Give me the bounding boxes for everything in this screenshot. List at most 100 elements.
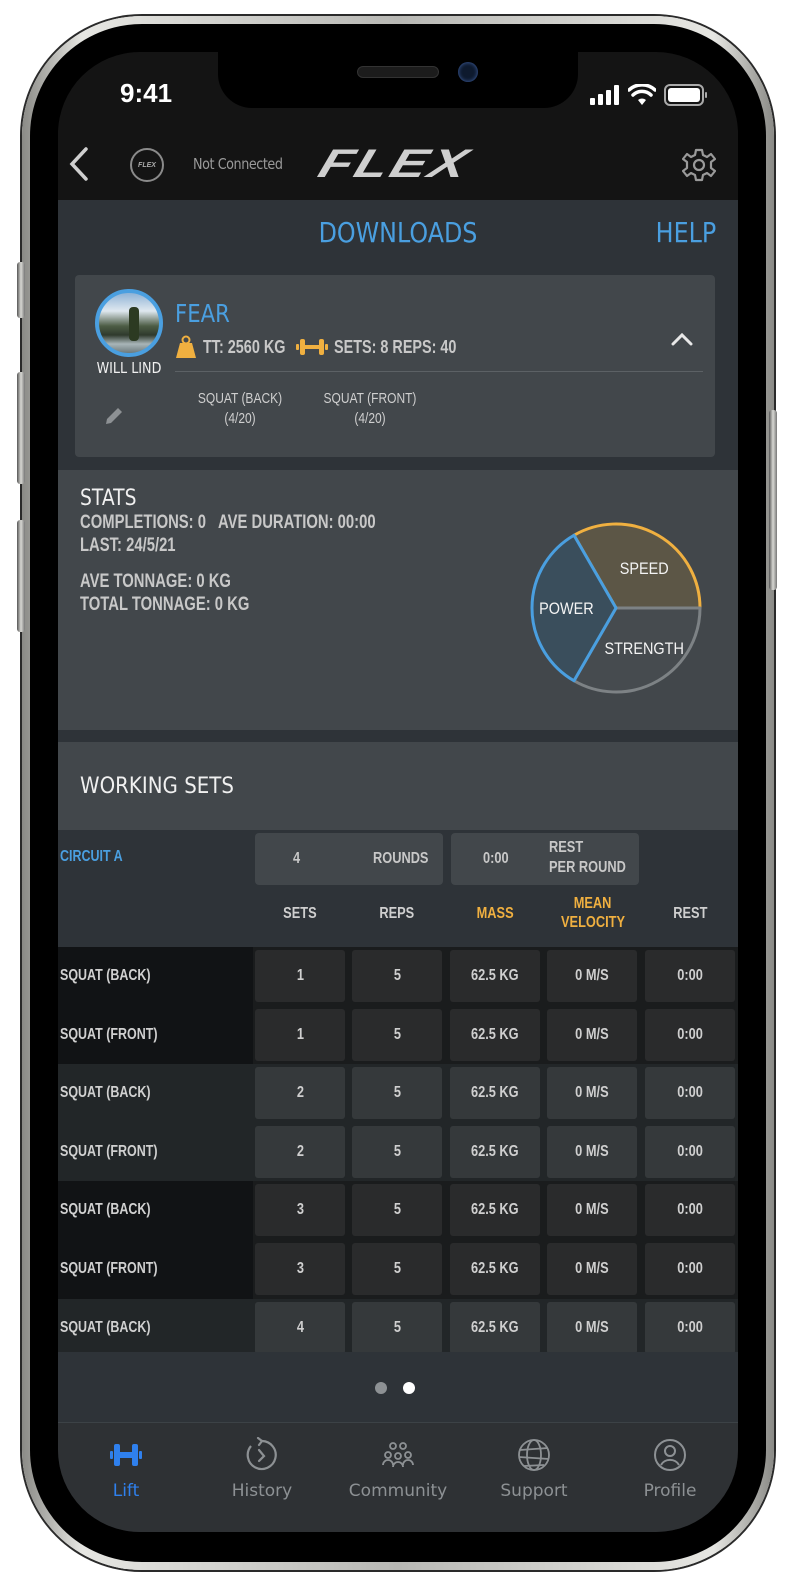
reps-cell[interactable]: 5 [352, 1242, 442, 1295]
sets-cell[interactable]: 4 [255, 1301, 345, 1354]
exercise-name: SQUAT (BACK) [60, 1318, 151, 1336]
velocity-cell[interactable]: 0 M/S [547, 1008, 637, 1061]
sets-value: 1 [296, 967, 304, 984]
table-row: SQUAT (BACK) 4 5 62.5 KG 0 M/S 0:00 [58, 1298, 738, 1358]
mute-switch [17, 262, 25, 318]
pie-label-strength: STRENGTH [604, 640, 683, 658]
mass-cell[interactable]: 62.5 KG [450, 1242, 540, 1295]
rest-cell[interactable]: 0:00 [645, 950, 735, 1002]
rest-value: 0:00 [677, 1084, 703, 1102]
history-icon [246, 1437, 277, 1471]
rounds-field[interactable]: 4 ROUNDS [255, 833, 443, 885]
sets-value: 2 [296, 1084, 304, 1102]
section-separator [58, 730, 738, 742]
rounds-value: 4 [293, 850, 301, 867]
sets-cell[interactable]: 1 [255, 950, 345, 1002]
downloads-bar: DOWNLOADS HELP [58, 200, 738, 272]
rest-per-round-field[interactable]: 0:00 REST PER ROUND [451, 833, 639, 885]
sets-cell[interactable]: 1 [255, 1008, 345, 1061]
working-sets-header: WORKING SETS [58, 742, 738, 830]
mass-cell[interactable]: 62.5 KG [450, 1125, 540, 1178]
camera [458, 62, 478, 82]
reps-cell[interactable]: 5 [352, 1008, 442, 1061]
circuit-label: CIRCUIT A [60, 848, 123, 865]
battery-icon [664, 84, 707, 106]
velocity-cell[interactable]: 0 M/S [547, 1301, 637, 1354]
velocity-cell[interactable]: 0 M/S [547, 1067, 637, 1120]
workout-card[interactable]: WILL LIND FEAR TT: 2560 KG SETS: 8 REPS:… [75, 275, 715, 457]
rest-cell[interactable]: 0:00 [645, 1008, 735, 1061]
velocity-cell[interactable]: 0 M/S [547, 950, 637, 1002]
page-dot-1[interactable] [375, 1382, 387, 1394]
rest-cell[interactable]: 0:00 [645, 1125, 735, 1178]
exercise-name: SQUAT (BACK) [60, 1084, 151, 1102]
reps-cell[interactable]: 5 [352, 950, 442, 1002]
connection-status: Not Connected [193, 155, 283, 173]
rest-cell[interactable]: 0:00 [645, 1301, 735, 1354]
velocity-cell[interactable]: 0 M/S [547, 1184, 637, 1237]
mass-cell[interactable]: 62.5 KG [450, 1301, 540, 1354]
device-logo[interactable]: FLEX [130, 148, 164, 182]
reps-value: 5 [393, 1142, 401, 1160]
column-header-text: VELOCITY [560, 914, 625, 931]
sets-cell[interactable]: 2 [255, 1067, 345, 1120]
rest-cell[interactable]: 0:00 [645, 1242, 735, 1295]
stat-ave-tonnage: AVE TONNAGE: 0 KG [80, 571, 231, 592]
tab-support[interactable]: Support [466, 1423, 602, 1523]
screen: 9:41 FLEX Not Connected FLEX DOWNLOADS H… [58, 52, 738, 1532]
back-button[interactable] [66, 146, 96, 182]
rest-cell[interactable]: 0:00 [645, 1067, 735, 1120]
status-icons [590, 84, 708, 106]
exercise-tag[interactable]: SQUAT (FRONT) (4/20) [318, 389, 422, 429]
workout-name: FEAR [175, 299, 230, 328]
tab-lift[interactable]: Lift [58, 1423, 194, 1523]
help-link[interactable]: HELP [655, 216, 716, 249]
reps-cell[interactable]: 5 [352, 1125, 442, 1178]
stats-title: STATS [80, 486, 137, 511]
sets-cell[interactable]: 2 [255, 1125, 345, 1178]
avatar-photo [129, 307, 139, 341]
profile-icon [654, 1439, 686, 1471]
exercise-tag[interactable]: SQUAT (BACK) (4/20) [188, 389, 292, 429]
velocity-cell[interactable]: 0 M/S [547, 1242, 637, 1295]
mass-value: 62.5 KG [471, 1025, 519, 1043]
training-focus-pie: SPEED STRENGTH POWER [530, 522, 702, 694]
table-row: SQUAT (BACK) 1 5 62.5 KG 0 M/S 0:00 [58, 947, 738, 1006]
mass-value: 62.5 KG [471, 1084, 519, 1102]
stats-section: STATS COMPLETIONS: 0 AVE DURATION: 00:00… [58, 470, 738, 730]
settings-gear-icon[interactable] [682, 148, 716, 182]
exercise-progress: (4/20) [354, 410, 386, 427]
rest-value: 0:00 [677, 1201, 703, 1219]
exercise-name: SQUAT (BACK) [60, 967, 151, 984]
tab-label: History [231, 1481, 293, 1501]
velocity-value: 0 M/S [575, 1201, 609, 1219]
page-dot-2-active[interactable] [403, 1382, 415, 1394]
tab-profile[interactable]: Profile [602, 1423, 738, 1523]
exercise-name: SQUAT (FRONT) [60, 1259, 158, 1277]
chevron-up-icon[interactable] [671, 331, 693, 347]
reps-value: 5 [393, 1259, 401, 1277]
mass-cell[interactable]: 62.5 KG [450, 1067, 540, 1120]
row-cells: 4 5 62.5 KG 0 M/S 0:00 [253, 1298, 738, 1358]
mass-value: 62.5 KG [471, 1142, 519, 1160]
edit-pencil-icon[interactable] [103, 405, 125, 427]
velocity-value: 0 M/S [575, 1142, 609, 1160]
rest-cell[interactable]: 0:00 [645, 1184, 735, 1237]
mass-cell[interactable]: 62.5 KG [450, 1008, 540, 1061]
velocity-cell[interactable]: 0 M/S [547, 1125, 637, 1178]
sets-value: 3 [296, 1201, 304, 1219]
row-cells: 1 5 62.5 KG 0 M/S 0:00 [253, 947, 738, 1006]
mass-cell[interactable]: 62.5 KG [450, 1184, 540, 1237]
sets-cell[interactable]: 3 [255, 1242, 345, 1295]
tab-history[interactable]: History [194, 1423, 330, 1523]
status-time: 9:41 [120, 78, 173, 108]
reps-cell[interactable]: 5 [352, 1184, 442, 1237]
mass-cell[interactable]: 62.5 KG [450, 950, 540, 1002]
circuit-row: CIRCUIT A 4 ROUNDS 0:00 REST PER ROUND S… [58, 830, 738, 947]
reps-cell[interactable]: 5 [352, 1067, 442, 1120]
reps-cell[interactable]: 5 [352, 1301, 442, 1354]
sets-cell[interactable]: 3 [255, 1184, 345, 1237]
tab-community[interactable]: Community [330, 1423, 466, 1523]
exercise-name: SQUAT (BACK) [60, 1201, 151, 1219]
column-header-text: REST [672, 905, 708, 922]
